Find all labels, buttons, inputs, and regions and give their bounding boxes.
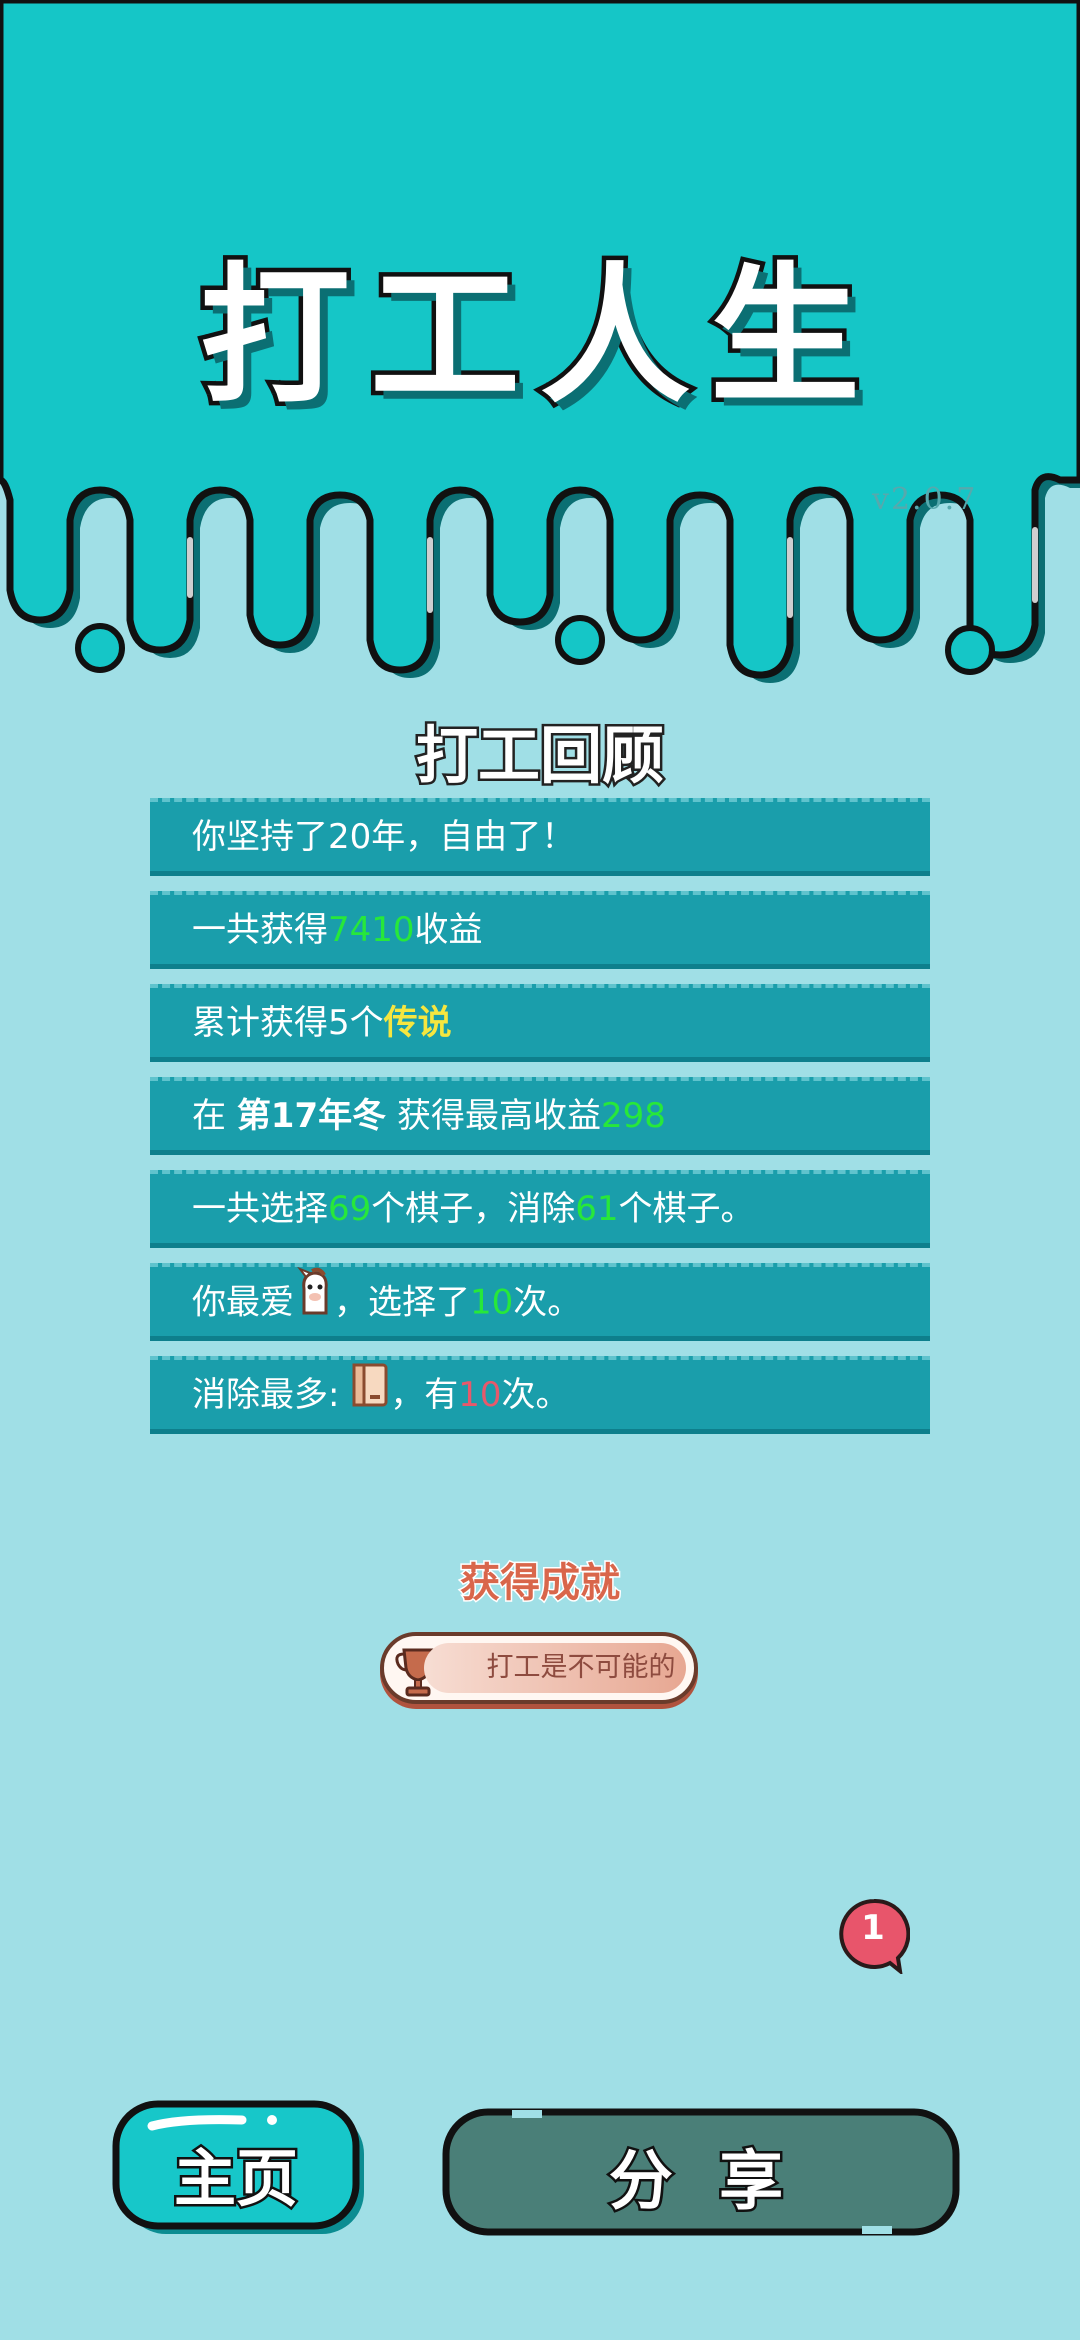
- highlight-text: 69: [328, 1189, 372, 1229]
- achievement-badge[interactable]: 打工是不可能的: [380, 1632, 698, 1704]
- row-text: 次。: [501, 1375, 570, 1415]
- highlight-text: 第17年冬: [236, 1096, 387, 1136]
- highlight-text: 61: [575, 1189, 619, 1229]
- review-title: 打工回顾: [413, 717, 666, 795]
- row-text: 收益: [414, 910, 483, 950]
- row-text: 获得最高收益: [386, 1096, 601, 1136]
- row-text: 个棋子，消除: [371, 1189, 576, 1229]
- game-title: 打工人生: [195, 246, 880, 429]
- share-button[interactable]: 分 享: [442, 2108, 962, 2238]
- achievement-badge-label: 打工是不可能的: [486, 1652, 676, 1683]
- review-row: 一共获得7410收益: [150, 891, 930, 969]
- home-button[interactable]: 主页: [112, 2100, 364, 2235]
- row-text: 你最爱: [192, 1282, 294, 1323]
- review-row: 在 第17年冬 获得最高收益298: [150, 1077, 930, 1155]
- share-button-label: 分 享: [606, 2143, 796, 2222]
- review-row: 你坚持了20年，自由了！: [150, 798, 930, 876]
- highlight-text: 传说: [383, 1003, 452, 1043]
- row-text: 一共获得: [192, 910, 328, 950]
- review-row: 一共选择69个棋子，消除61个棋子。: [150, 1170, 930, 1248]
- row-text: ，有: [390, 1375, 459, 1415]
- row-text: ，选择了: [334, 1282, 470, 1323]
- version-label: v2.0.7: [872, 482, 978, 517]
- achievement-title: 获得成就: [459, 1559, 622, 1608]
- book-icon: [350, 1361, 390, 1433]
- review-row: 你最爱 ，选择了10次。: [150, 1263, 930, 1341]
- row-text: 在: [192, 1096, 237, 1136]
- row-text: 消除最多:: [192, 1375, 351, 1415]
- row-text: 一共选择: [192, 1189, 328, 1229]
- row-text: 累计获得5个: [192, 1003, 384, 1043]
- highlight-text: 7410: [328, 910, 415, 950]
- notification-bubble[interactable]: 1: [838, 1898, 911, 1978]
- row-text: 次。: [513, 1282, 582, 1323]
- highlight-text: 10: [470, 1282, 514, 1323]
- notification-count: 1: [861, 1908, 885, 1948]
- highlight-text: 298: [600, 1096, 666, 1136]
- cartoon-horse-icon: [294, 1266, 334, 1341]
- review-row: 累计获得5个传说: [150, 984, 930, 1062]
- row-text: 个棋子。: [618, 1189, 755, 1229]
- row-text: 你坚持了20年，自由了！: [192, 817, 576, 857]
- review-row: 消除最多: ，有10次。: [150, 1356, 930, 1434]
- highlight-text: 10: [458, 1375, 502, 1415]
- home-button-label: 主页: [171, 2140, 300, 2218]
